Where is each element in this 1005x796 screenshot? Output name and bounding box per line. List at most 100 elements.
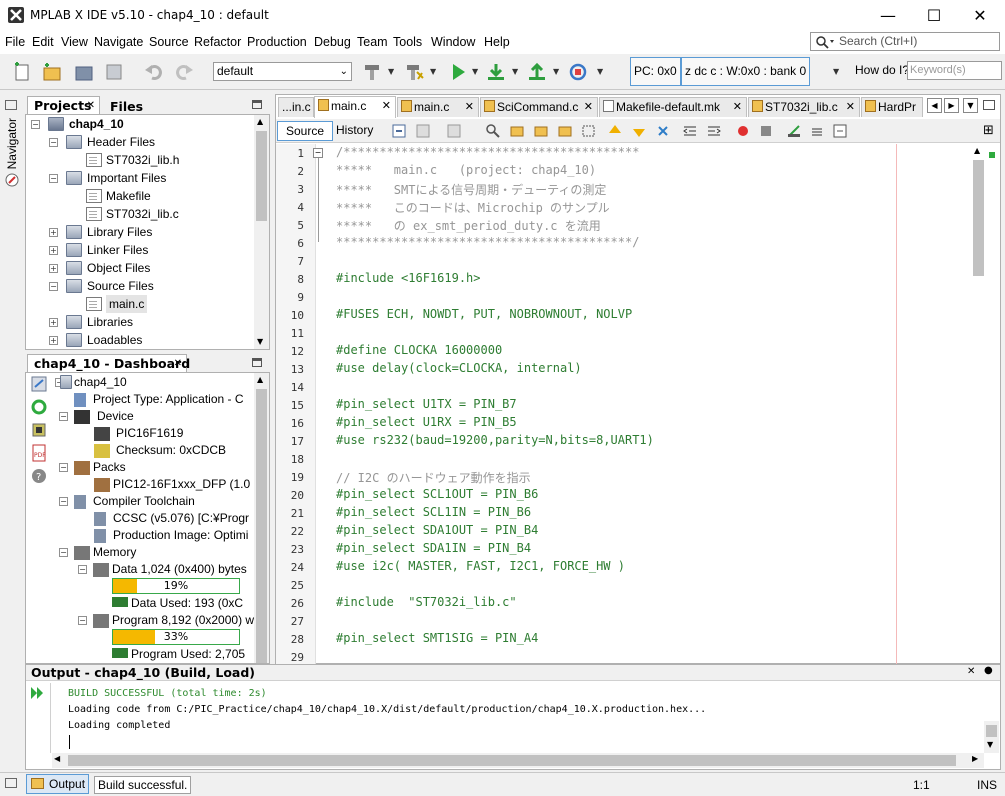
shift-right-icon[interactable]: [706, 123, 722, 139]
code-line[interactable]: #use rs232(baud=19200,parity=N,bits=8,UA…: [336, 433, 654, 447]
stop-macro-icon[interactable]: [758, 123, 774, 139]
toggle-highlight-icon[interactable]: [557, 123, 573, 139]
scroll-up-icon[interactable]: ▲: [974, 146, 980, 155]
code-line[interactable]: ***** SMTによる信号周期・デューティの測定: [336, 181, 606, 198]
collapse-icon[interactable]: −: [49, 174, 58, 183]
code-line[interactable]: #pin_select SDA1OUT = PIN_B4: [336, 523, 538, 537]
uncomment-icon[interactable]: [809, 123, 825, 139]
keyword-input[interactable]: Keyword(s): [907, 61, 1002, 80]
tab-projects[interactable]: Projects ✕: [27, 96, 100, 115]
collapse-icon[interactable]: −: [49, 138, 58, 147]
program-dropdown-icon[interactable]: ▼: [553, 67, 559, 76]
tab-main-c-active[interactable]: main.c ✕: [314, 96, 396, 118]
output-hscrollbar[interactable]: ◀ ▶: [52, 753, 984, 768]
menu-tools[interactable]: Tools: [393, 35, 422, 49]
tree-st7032i-lib-c[interactable]: ST7032i_lib.c: [106, 205, 179, 223]
scroll-down-icon[interactable]: ▼: [987, 740, 993, 749]
collapse-icon[interactable]: −: [59, 497, 68, 506]
new-file-icon[interactable]: [10, 60, 34, 84]
code-line[interactable]: // I2C のハードウェア動作を指示: [336, 469, 531, 486]
code-line[interactable]: #pin_select SCL1OUT = PIN_B6: [336, 487, 538, 501]
refresh-icon[interactable]: [30, 398, 48, 416]
scroll-thumb[interactable]: [68, 755, 956, 766]
close-icon[interactable]: ✕: [733, 98, 742, 117]
minimize-button[interactable]: —: [865, 0, 911, 31]
navigator-tab[interactable]: Navigator: [5, 118, 19, 169]
collapse-icon[interactable]: −: [78, 565, 87, 574]
chip-icon[interactable]: [30, 421, 48, 439]
make-program-icon[interactable]: [525, 60, 549, 84]
source-view-button[interactable]: Source: [277, 121, 334, 141]
collapse-icon[interactable]: −: [78, 616, 87, 625]
restore-window-icon[interactable]: [5, 778, 17, 788]
code-line[interactable]: #include <16F1619.h>: [336, 271, 481, 285]
menu-team[interactable]: Team: [357, 35, 388, 49]
output-vscrollbar[interactable]: ▼: [984, 721, 999, 753]
pdf-icon[interactable]: PDF: [30, 444, 48, 462]
menu-edit[interactable]: Edit: [32, 35, 54, 49]
code-line[interactable]: #include "ST7032i_lib.c": [336, 595, 517, 609]
restore-window-icon[interactable]: [5, 100, 17, 110]
build-hammer-icon[interactable]: [360, 60, 384, 84]
code-line[interactable]: #define CLOCKA 16000000: [336, 343, 502, 357]
menu-production[interactable]: Production: [247, 35, 307, 49]
redo-icon[interactable]: [172, 60, 196, 84]
history-view-button[interactable]: History: [328, 121, 381, 141]
tab-makefile-default[interactable]: Makefile-default.mk ✕: [599, 97, 747, 117]
menu-source[interactable]: Source: [149, 35, 189, 49]
more-tools-icon[interactable]: ▼: [597, 67, 603, 76]
tree-libraries[interactable]: Libraries: [87, 313, 133, 331]
menu-debug[interactable]: Debug: [314, 35, 351, 49]
toggle-bookmark-icon[interactable]: [655, 123, 671, 139]
close-icon[interactable]: ✕: [382, 97, 391, 116]
tree-header-files[interactable]: Header Files: [87, 133, 155, 151]
scroll-thumb[interactable]: [973, 160, 984, 276]
format-icon[interactable]: [832, 123, 848, 139]
configuration-select[interactable]: default ⌄: [213, 62, 352, 81]
tree-library-files[interactable]: Library Files: [87, 223, 152, 241]
tab-scroll-right-icon[interactable]: ▶: [944, 98, 959, 113]
open-project-icon[interactable]: [72, 60, 96, 84]
tree-makefile[interactable]: Makefile: [106, 187, 151, 205]
find-next-icon[interactable]: [533, 123, 549, 139]
tree-main-c[interactable]: main.c: [106, 295, 148, 313]
run-dropdown-icon[interactable]: ▼: [472, 67, 478, 76]
tree-object-files[interactable]: Object Files: [87, 259, 150, 277]
reset-icon[interactable]: [566, 60, 590, 84]
projects-scrollbar[interactable]: ▲ ▼: [254, 115, 269, 349]
scroll-right-icon[interactable]: ▶: [972, 754, 978, 763]
search-box[interactable]: Search (Ctrl+I): [810, 32, 1000, 51]
collapse-icon[interactable]: −: [59, 463, 68, 472]
compass-icon[interactable]: [4, 172, 20, 188]
scroll-left-icon[interactable]: ◀: [54, 754, 60, 763]
minimize-panel-icon[interactable]: ●: [984, 665, 993, 676]
menu-navigate[interactable]: Navigate: [94, 35, 143, 49]
clean-dropdown-icon[interactable]: ▼: [430, 67, 436, 76]
dashboard-scrollbar[interactable]: ▲: [254, 373, 269, 663]
tab-scroll-left-icon[interactable]: ◀: [927, 98, 942, 113]
collapse-icon[interactable]: −: [49, 282, 58, 291]
code-line[interactable]: #pin_select U1RX = PIN_B5: [336, 415, 517, 429]
scroll-thumb[interactable]: [256, 131, 267, 221]
tab-list-dropdown-icon[interactable]: ▼: [963, 98, 978, 113]
last-edit-icon[interactable]: [391, 123, 407, 139]
new-project-icon[interactable]: [40, 60, 64, 84]
code-line[interactable]: #pin_select SCL1IN = PIN_B6: [336, 505, 531, 519]
next-bookmark-icon[interactable]: [631, 123, 647, 139]
tab-main-c-truncated[interactable]: ...in.c: [278, 97, 314, 117]
back-icon[interactable]: [415, 123, 431, 139]
close-icon[interactable]: ✕: [967, 666, 975, 677]
code-line[interactable]: #pin_select SDA1IN = PIN_B4: [336, 541, 531, 555]
expand-icon[interactable]: +: [49, 336, 58, 345]
tree-st7032i-lib-h[interactable]: ST7032i_lib.h: [106, 151, 179, 169]
shift-left-icon[interactable]: [682, 123, 698, 139]
tab-dashboard[interactable]: chap4_10 - Dashboard ✕: [27, 354, 190, 373]
scroll-thumb[interactable]: [256, 389, 267, 663]
tree-source-files[interactable]: Source Files: [87, 277, 154, 295]
tree-important-files[interactable]: Important Files: [87, 169, 166, 187]
tab-main-c-2[interactable]: main.c ✕: [397, 97, 479, 117]
menu-view[interactable]: View: [61, 35, 88, 49]
expand-icon[interactable]: +: [49, 228, 58, 237]
code-line[interactable]: ***** このコードは、Microchip のサンプル: [336, 199, 610, 216]
record-macro-icon[interactable]: [735, 123, 751, 139]
